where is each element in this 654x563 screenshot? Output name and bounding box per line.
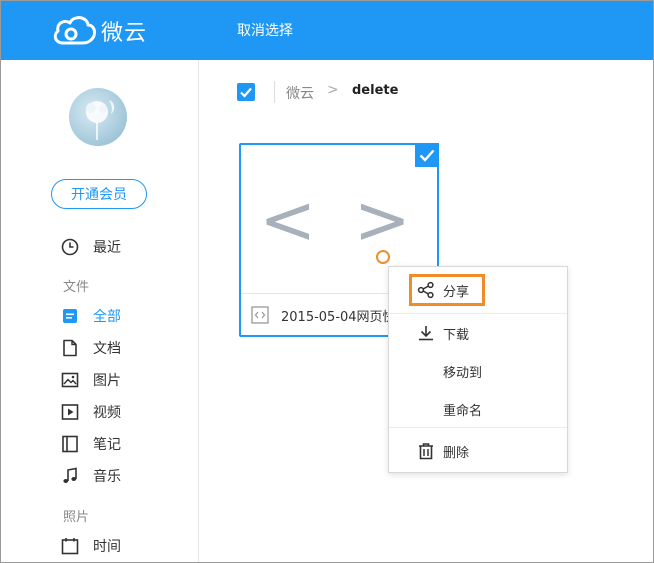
sidebar-item-label: 笔记 <box>93 437 121 453</box>
sidebar-item-label: 音乐 <box>93 469 121 485</box>
app-title: 微云 <box>101 21 148 46</box>
sidebar-item-music[interactable]: 音乐 <box>61 465 121 487</box>
share-highlight-box <box>409 274 485 306</box>
sidebar-item-label: 视频 <box>93 405 121 421</box>
menu-item-label: 删除 <box>443 445 470 461</box>
avatar[interactable] <box>69 88 127 146</box>
sidebar-item-documents[interactable]: 文档 <box>61 337 121 359</box>
note-icon <box>62 435 78 453</box>
file-thumbnail-code-icon: < > <box>259 181 419 260</box>
menu-item-rename[interactable]: 重命名 <box>389 392 567 426</box>
avatar-dandelion-icon <box>86 100 115 140</box>
checkmark-icon <box>240 87 252 98</box>
select-all-checkbox[interactable] <box>237 83 255 101</box>
calendar-icon <box>61 538 79 555</box>
menu-divider <box>389 427 567 428</box>
cursor-click-indicator-icon <box>376 250 390 264</box>
sidebar-item-label: 文档 <box>93 341 121 357</box>
sidebar-item-images[interactable]: 图片 <box>61 369 121 391</box>
open-membership-button[interactable]: 开通会员 <box>51 179 147 209</box>
download-icon <box>419 326 433 341</box>
checkmark-icon <box>419 149 435 162</box>
sidebar-item-videos[interactable]: 视频 <box>61 401 121 423</box>
sidebar-item-time[interactable]: 时间 <box>61 535 121 557</box>
menu-item-label: 移动到 <box>443 365 483 381</box>
trash-icon <box>419 443 433 460</box>
document-icon <box>63 339 77 357</box>
sidebar-item-label: 全部 <box>93 309 121 325</box>
context-menu: 分享 下载 移动到 重命名 删除 <box>388 266 568 473</box>
sidebar: 开通会员 最近 文件 全部 文档 图片 视频 笔记 音乐 照片 时间 <box>1 60 199 562</box>
sidebar-item-all[interactable]: 全部 <box>61 305 121 327</box>
menu-item-delete[interactable]: 删除 <box>389 434 567 468</box>
menu-item-download[interactable]: 下载 <box>389 316 567 350</box>
cloud-logo-icon <box>53 16 97 45</box>
file-selected-checkbox[interactable] <box>415 143 439 167</box>
sidebar-item-label: 最近 <box>93 240 121 256</box>
menu-divider <box>389 313 567 314</box>
breadcrumb-divider <box>274 81 275 103</box>
music-icon <box>63 467 77 483</box>
section-label-files: 文件 <box>63 280 90 295</box>
section-label-photos: 照片 <box>63 510 90 525</box>
clock-icon <box>61 238 79 256</box>
video-icon <box>61 404 79 420</box>
list-icon <box>63 309 77 323</box>
cancel-selection-button[interactable]: 取消选择 <box>237 20 293 40</box>
sidebar-item-recent[interactable]: 最近 <box>61 236 121 258</box>
sidebar-item-label: 图片 <box>93 373 121 389</box>
html-file-icon <box>251 306 269 324</box>
top-bar: 微云 取消选择 <box>1 1 653 60</box>
breadcrumb-separator: > <box>327 82 339 98</box>
breadcrumb-root[interactable]: 微云 <box>286 83 314 103</box>
sidebar-item-label: 时间 <box>93 539 121 555</box>
menu-item-label: 重命名 <box>443 403 483 419</box>
sidebar-item-notes[interactable]: 笔记 <box>61 433 121 455</box>
app-window: 微云 取消选择 开通会员 最近 文件 全部 文档 图片 视频 笔记 音乐 照片 … <box>0 0 654 563</box>
menu-item-move-to[interactable]: 移动到 <box>389 354 567 388</box>
image-icon <box>61 372 79 388</box>
menu-item-label: 下载 <box>443 327 470 343</box>
breadcrumb-current-folder: delete <box>352 83 399 98</box>
